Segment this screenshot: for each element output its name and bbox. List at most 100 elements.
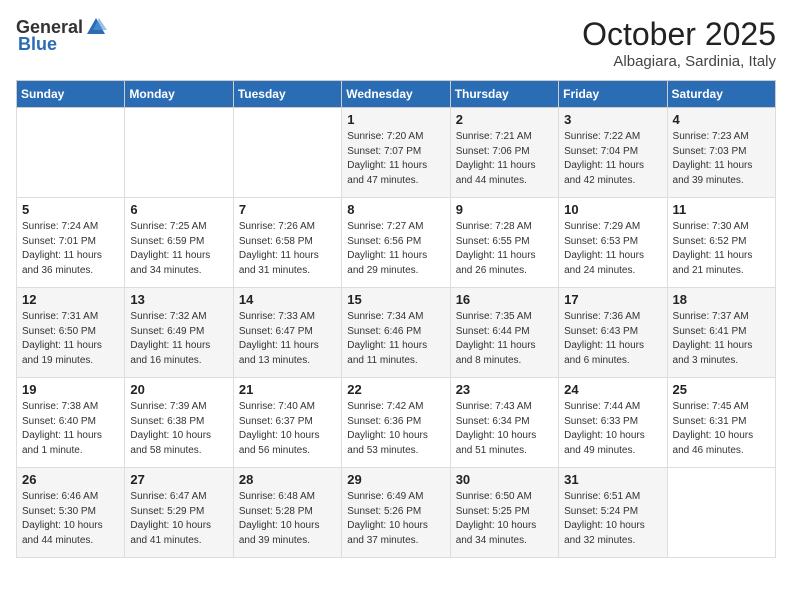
day-info: Sunrise: 7:25 AM Sunset: 6:59 PM Dayligh… <box>130 220 227 278</box>
weekday-header-sunday: Sunday <box>17 81 125 108</box>
week-row-3: 12 Sunrise: 7:31 AM Sunset: 6:50 PM Dayli… <box>17 288 776 378</box>
day-number: 29 <box>347 472 444 487</box>
day-info: Sunrise: 7:23 AM Sunset: 7:03 PM Dayligh… <box>673 130 770 188</box>
calendar-cell: 27 Sunrise: 6:47 AM Sunset: 5:29 PM Dayli… <box>125 468 233 558</box>
day-info: Sunrise: 7:27 AM Sunset: 6:56 PM Dayligh… <box>347 220 444 278</box>
logo: General Blue <box>16 16 107 55</box>
day-number: 26 <box>22 472 119 487</box>
calendar-cell: 6Sunrise: 7:25 AM Sunset: 6:59 PM Daylig… <box>125 198 233 288</box>
day-number: 9 <box>456 202 553 217</box>
weekday-header-tuesday: Tuesday <box>233 81 341 108</box>
day-number: 3 <box>564 112 661 127</box>
day-info: Sunrise: 7:33 AM Sunset: 6:47 PM Dayligh… <box>239 310 336 368</box>
day-number: 7 <box>239 202 336 217</box>
calendar-cell: 31 Sunrise: 6:51 AM Sunset: 5:24 PM Dayli… <box>559 468 667 558</box>
calendar-cell: 9 Sunrise: 7:28 AM Sunset: 6:55 PM Daylig… <box>450 198 558 288</box>
day-info: Sunrise: 7:34 AM Sunset: 6:46 PM Dayligh… <box>347 310 444 368</box>
day-info: Sunrise: 7:29 AM Sunset: 6:53 PM Dayligh… <box>564 220 661 278</box>
day-info: Sunrise: 7:31 AM Sunset: 6:50 PM Dayligh… <box>22 310 119 368</box>
day-number: 31 <box>564 472 661 487</box>
day-number: 10 <box>564 202 661 217</box>
day-number: 12 <box>22 292 119 307</box>
day-info: Sunrise: 7:36 AM Sunset: 6:43 PM Dayligh… <box>564 310 661 368</box>
calendar-cell: 19 Sunrise: 7:38 AM Sunset: 6:40 PM Dayli… <box>17 378 125 468</box>
day-info: Sunrise: 7:32 AM Sunset: 6:49 PM Dayligh… <box>130 310 227 368</box>
day-info: Sunrise: 7:38 AM Sunset: 6:40 PM Dayligh… <box>22 400 119 458</box>
calendar-cell: 24Sunrise: 7:44 AM Sunset: 6:33 PM Dayli… <box>559 378 667 468</box>
calendar-cell: 3 Sunrise: 7:22 AM Sunset: 7:04 PM Daylig… <box>559 108 667 198</box>
calendar-cell <box>667 468 775 558</box>
calendar-cell: 29 Sunrise: 6:49 AM Sunset: 5:26 PM Dayli… <box>342 468 450 558</box>
calendar-cell: 4 Sunrise: 7:23 AM Sunset: 7:03 PM Daylig… <box>667 108 775 198</box>
calendar-cell <box>125 108 233 198</box>
weekday-header-monday: Monday <box>125 81 233 108</box>
day-info: Sunrise: 6:51 AM Sunset: 5:24 PM Dayligh… <box>564 490 661 548</box>
calendar-cell: 25Sunrise: 7:45 AM Sunset: 6:31 PM Dayli… <box>667 378 775 468</box>
calendar-cell: 8 Sunrise: 7:27 AM Sunset: 6:56 PM Daylig… <box>342 198 450 288</box>
calendar-cell: 20Sunrise: 7:39 AM Sunset: 6:38 PM Dayli… <box>125 378 233 468</box>
page-header: General Blue October 2025 Albagiara, Sar… <box>16 16 776 70</box>
weekday-header-saturday: Saturday <box>667 81 775 108</box>
day-info: Sunrise: 7:26 AM Sunset: 6:58 PM Dayligh… <box>239 220 336 278</box>
day-number: 17 <box>564 292 661 307</box>
day-number: 16 <box>456 292 553 307</box>
calendar-cell: 30 Sunrise: 6:50 AM Sunset: 5:25 PM Dayli… <box>450 468 558 558</box>
calendar-table: SundayMondayTuesdayWednesdayThursdayFrid… <box>16 80 776 558</box>
calendar-cell: 11 Sunrise: 7:30 AM Sunset: 6:52 PM Dayli… <box>667 198 775 288</box>
day-number: 8 <box>347 202 444 217</box>
calendar-cell: 10 Sunrise: 7:29 AM Sunset: 6:53 PM Dayli… <box>559 198 667 288</box>
day-number: 11 <box>673 202 770 217</box>
day-number: 23 <box>456 382 553 397</box>
calendar-cell: 2 Sunrise: 7:21 AM Sunset: 7:06 PM Daylig… <box>450 108 558 198</box>
day-info: Sunrise: 7:21 AM Sunset: 7:06 PM Dayligh… <box>456 130 553 188</box>
day-info: Sunrise: 6:50 AM Sunset: 5:25 PM Dayligh… <box>456 490 553 548</box>
day-info: Sunrise: 7:44 AM Sunset: 6:33 PM Dayligh… <box>564 400 661 458</box>
day-number: 19 <box>22 382 119 397</box>
calendar-cell: 5Sunrise: 7:24 AM Sunset: 7:01 PM Daylig… <box>17 198 125 288</box>
calendar-cell: 7 Sunrise: 7:26 AM Sunset: 6:58 PM Daylig… <box>233 198 341 288</box>
day-info: Sunrise: 7:20 AM Sunset: 7:07 PM Dayligh… <box>347 130 444 188</box>
calendar-cell: 21 Sunrise: 7:40 AM Sunset: 6:37 PM Dayli… <box>233 378 341 468</box>
day-info: Sunrise: 7:28 AM Sunset: 6:55 PM Dayligh… <box>456 220 553 278</box>
logo-blue-text: Blue <box>16 34 57 55</box>
calendar-cell: 16 Sunrise: 7:35 AM Sunset: 6:44 PM Dayli… <box>450 288 558 378</box>
day-info: Sunrise: 6:48 AM Sunset: 5:28 PM Dayligh… <box>239 490 336 548</box>
day-info: Sunrise: 6:49 AM Sunset: 5:26 PM Dayligh… <box>347 490 444 548</box>
calendar-cell: 26 Sunrise: 6:46 AM Sunset: 5:30 PM Dayli… <box>17 468 125 558</box>
day-info: Sunrise: 7:40 AM Sunset: 6:37 PM Dayligh… <box>239 400 336 458</box>
calendar-cell: 12 Sunrise: 7:31 AM Sunset: 6:50 PM Dayli… <box>17 288 125 378</box>
day-number: 21 <box>239 382 336 397</box>
weekday-header-friday: Friday <box>559 81 667 108</box>
day-info: Sunrise: 7:37 AM Sunset: 6:41 PM Dayligh… <box>673 310 770 368</box>
week-row-5: 26 Sunrise: 6:46 AM Sunset: 5:30 PM Dayli… <box>17 468 776 558</box>
logo-icon <box>85 16 107 38</box>
day-info: Sunrise: 6:46 AM Sunset: 5:30 PM Dayligh… <box>22 490 119 548</box>
calendar-cell: 17 Sunrise: 7:36 AM Sunset: 6:43 PM Dayli… <box>559 288 667 378</box>
location-subtitle: Albagiara, Sardinia, Italy <box>582 53 776 70</box>
day-info: Sunrise: 7:30 AM Sunset: 6:52 PM Dayligh… <box>673 220 770 278</box>
calendar-cell: 1Sunrise: 7:20 AM Sunset: 7:07 PM Daylig… <box>342 108 450 198</box>
week-row-4: 19 Sunrise: 7:38 AM Sunset: 6:40 PM Dayli… <box>17 378 776 468</box>
day-info: Sunrise: 7:24 AM Sunset: 7:01 PM Dayligh… <box>22 220 119 278</box>
calendar-cell: 18Sunrise: 7:37 AM Sunset: 6:41 PM Dayli… <box>667 288 775 378</box>
day-number: 4 <box>673 112 770 127</box>
day-number: 30 <box>456 472 553 487</box>
calendar-cell: 28Sunrise: 6:48 AM Sunset: 5:28 PM Dayli… <box>233 468 341 558</box>
day-number: 13 <box>130 292 227 307</box>
day-number: 25 <box>673 382 770 397</box>
weekday-header-wednesday: Wednesday <box>342 81 450 108</box>
day-info: Sunrise: 7:22 AM Sunset: 7:04 PM Dayligh… <box>564 130 661 188</box>
weekday-header-thursday: Thursday <box>450 81 558 108</box>
week-row-2: 5Sunrise: 7:24 AM Sunset: 7:01 PM Daylig… <box>17 198 776 288</box>
month-year-title: October 2025 <box>582 16 776 53</box>
day-number: 27 <box>130 472 227 487</box>
day-number: 20 <box>130 382 227 397</box>
day-number: 2 <box>456 112 553 127</box>
calendar-cell: 14Sunrise: 7:33 AM Sunset: 6:47 PM Dayli… <box>233 288 341 378</box>
weekday-header-row: SundayMondayTuesdayWednesdayThursdayFrid… <box>17 81 776 108</box>
calendar-cell: 22Sunrise: 7:42 AM Sunset: 6:36 PM Dayli… <box>342 378 450 468</box>
day-info: Sunrise: 7:35 AM Sunset: 6:44 PM Dayligh… <box>456 310 553 368</box>
calendar-cell <box>17 108 125 198</box>
week-row-1: 1Sunrise: 7:20 AM Sunset: 7:07 PM Daylig… <box>17 108 776 198</box>
day-info: Sunrise: 6:47 AM Sunset: 5:29 PM Dayligh… <box>130 490 227 548</box>
